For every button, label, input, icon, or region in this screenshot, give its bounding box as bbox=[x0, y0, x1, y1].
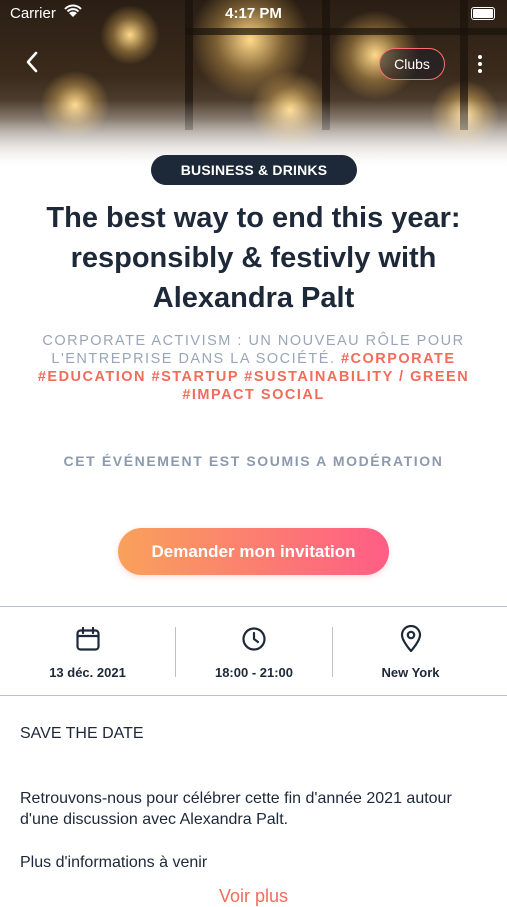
event-date: 13 déc. 2021 bbox=[49, 665, 126, 680]
time-info: 18:00 - 21:00 bbox=[176, 607, 332, 695]
category-badge: BUSINESS & DRINKS bbox=[151, 155, 357, 185]
chevron-left-icon bbox=[25, 51, 39, 78]
details-heading: SAVE THE DATE bbox=[20, 725, 144, 742]
window-frame bbox=[185, 28, 507, 35]
more-vertical-icon bbox=[478, 55, 482, 59]
calendar-icon bbox=[74, 625, 102, 653]
details-paragraph: Plus d'informations à venir bbox=[20, 854, 208, 871]
event-tags: CORPORATE ACTIVISM : UN NOUVEAU RÔLE POU… bbox=[10, 332, 497, 404]
location-info: New York bbox=[333, 607, 488, 695]
clock-time: 4:17 PM bbox=[225, 5, 282, 22]
more-options-button[interactable] bbox=[468, 50, 492, 78]
back-button[interactable] bbox=[18, 50, 46, 78]
request-invitation-button[interactable]: Demander mon invitation bbox=[118, 528, 389, 575]
details-paragraph: Retrouvons-nous pour célébrer cette fin … bbox=[20, 790, 452, 828]
event-time: 18:00 - 21:00 bbox=[214, 665, 294, 680]
event-location: New York bbox=[381, 665, 440, 680]
date-info: 13 déc. 2021 bbox=[0, 607, 175, 695]
event-title: The best way to end this year: responsib… bbox=[46, 202, 461, 314]
clubs-button[interactable]: Clubs bbox=[379, 48, 445, 80]
clock-icon bbox=[240, 625, 268, 653]
battery-icon bbox=[471, 7, 495, 20]
moderation-notice: CET ÉVÉNEMENT EST SOUMIS A MODÉRATION bbox=[63, 453, 444, 469]
map-pin-icon bbox=[397, 625, 425, 653]
event-info-bar: 13 déc. 2021 18:00 - 21:00 New York bbox=[0, 606, 507, 696]
status-bar: Carrier 4:17 PM bbox=[0, 0, 507, 28]
see-more-link[interactable]: Voir plus bbox=[0, 886, 507, 907]
